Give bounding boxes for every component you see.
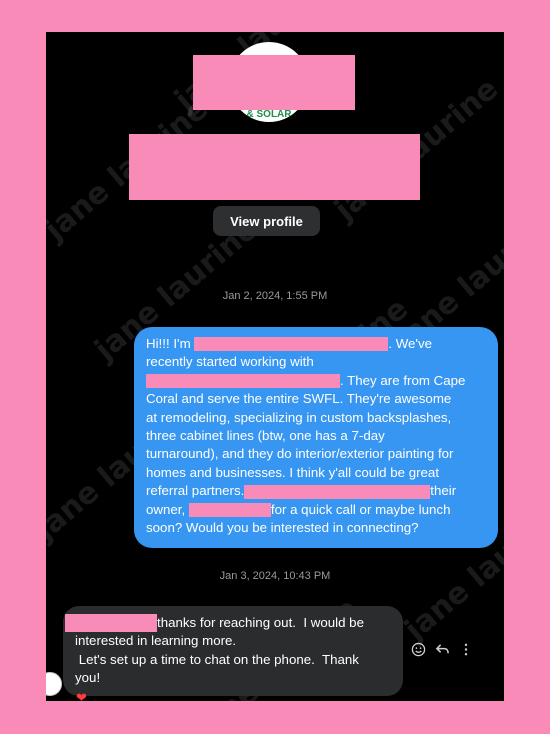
redaction-block [129,134,420,200]
message-text: referral partners. [146,483,245,499]
redaction-block [188,503,271,518]
message-timestamp: Jan 2, 2024, 1:55 PM [222,290,328,302]
heart-reaction-icon[interactable]: ❤ [76,690,87,701]
message-text: . They are from Cape [340,372,466,388]
outgoing-message-bubble[interactable]: Hi!!! I'm . We've recently started worki… [134,327,498,548]
message-text: Hi!!! I'm [146,336,195,351]
dm-screen: jane laurine jane laurine jane laurine j… [46,32,504,701]
redaction-block [244,484,431,499]
incoming-message-bubble[interactable]: thanks for reaching out. I would be inte… [63,606,403,696]
redaction-block [193,55,355,110]
message-text: three cabinet lines (btw, one has a 7-da… [146,428,385,444]
message-text: interested in learning more. [75,633,237,649]
message-actions [410,641,474,657]
more-options-icon[interactable] [458,641,474,657]
message-text: their [430,483,457,499]
reply-icon[interactable] [434,641,450,657]
message-text: you! [75,670,101,686]
message-text: homes and businesses. I think y'all coul… [146,464,440,480]
redaction-block [65,614,157,633]
sender-avatar[interactable] [46,672,62,696]
message-text: at remodeling, specializing in custom ba… [146,409,452,425]
message-text: Let's set up a time to chat on the phone… [75,651,359,667]
redaction-block [194,337,389,352]
message-text: owner, [146,501,189,517]
message-text: recently started working with [146,354,314,370]
emoji-react-icon[interactable] [410,641,426,657]
message-text: Coral and serve the entire SWFL. They're… [146,391,452,407]
message-text: . We've [388,336,433,351]
message-text: thanks for reaching out. I would be [157,615,364,630]
message-text: soon? Would you be interested in connect… [146,520,419,536]
logo-text: & SOLAR [246,109,292,120]
message-timestamp: Jan 3, 2024, 10:43 PM [219,570,331,582]
redaction-block [146,374,340,389]
message-text: for a quick call or maybe lunch [270,501,451,517]
message-text: turnaround), and they do interior/exteri… [146,446,454,462]
view-profile-button[interactable]: View profile [213,206,320,236]
